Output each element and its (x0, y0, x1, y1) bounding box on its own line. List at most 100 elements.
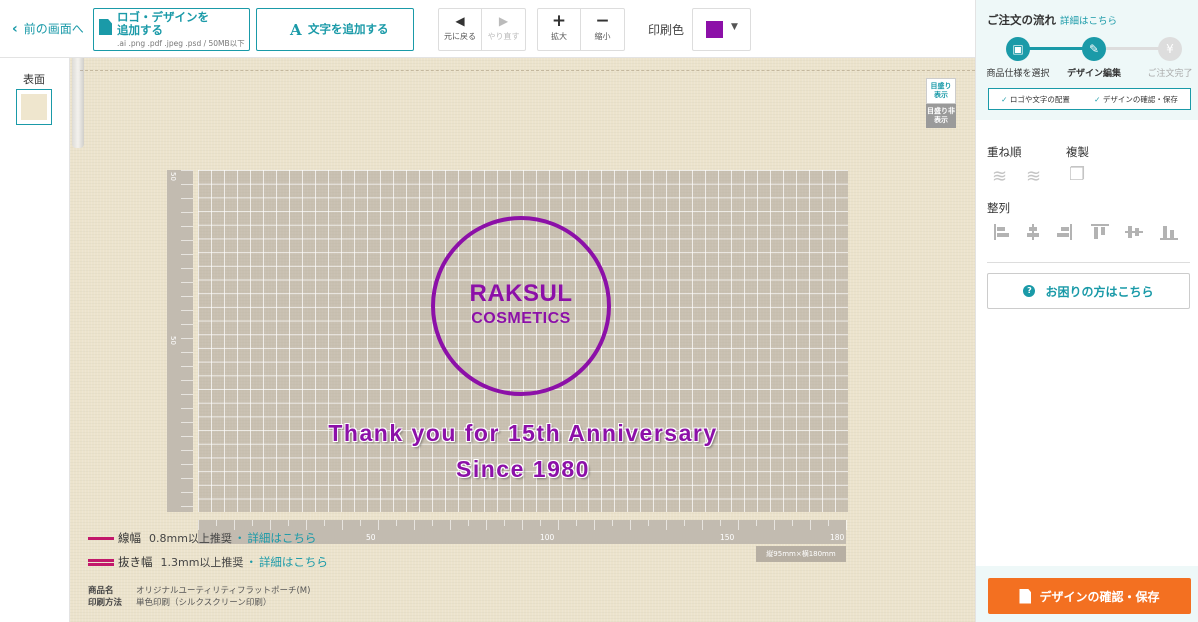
substep-confirm: デザインの確認・保存 (1094, 94, 1178, 105)
chevron-left-icon: ‹ (12, 20, 18, 37)
since-text[interactable]: Since 1980 (198, 456, 848, 483)
back-button-label: 前の画面へ (23, 22, 84, 36)
triangle-left-icon: ◀ (455, 14, 465, 28)
print-method-info: 印刷方法 単色印刷（シルクスクリーン印刷） (88, 598, 272, 608)
ruler-tick (181, 310, 193, 311)
stitch-seam (80, 70, 975, 71)
duplicate-label: 複製 (1066, 145, 1089, 159)
ruler-tick (181, 394, 193, 395)
ruler-tick (828, 520, 829, 526)
ruler-tick (540, 520, 541, 526)
gift-icon: ▣ (1006, 37, 1030, 61)
knockout-detail-link[interactable]: 詳細はこちら (259, 554, 328, 570)
editor-toolbar: ‹ 前の画面へ ロゴ・デザインを 追加する .ai .png .pdf .jpe… (0, 0, 975, 58)
grid-show-button[interactable]: 目盛り表示 (926, 78, 956, 104)
logo-text-sub[interactable]: COSMETICS (431, 310, 611, 328)
zoom-group: + 拡大 − 縮小 (537, 8, 625, 51)
ruler-tick (558, 520, 559, 530)
grid-toggle[interactable]: 目盛り表示 目盛り非表示 (926, 78, 956, 128)
align-left-icon[interactable] (992, 222, 1012, 242)
zoom-out-button[interactable]: − 縮小 (581, 9, 624, 50)
ruler-tick (181, 352, 193, 353)
ruler-tick (181, 464, 193, 465)
page-panel: 表面 (0, 58, 70, 622)
layer-order-label: 重ね順 (987, 145, 1022, 159)
add-text-button[interactable]: A 文字を追加する (256, 8, 414, 51)
legend-separator: ・ (233, 531, 246, 545)
line-width-icon (88, 536, 114, 541)
ruler-tick (181, 492, 193, 493)
ruler-tick (378, 520, 379, 530)
send-backward-icon[interactable]: ≋ (1026, 166, 1041, 187)
design-canvas[interactable]: 50 50 50 100 150 180 縦95mm×横180mm RAKSUL… (70, 58, 975, 622)
ruler-tick (181, 408, 193, 409)
page-label: 表面 (23, 73, 45, 86)
zoom-in-button[interactable]: + 拡大 (538, 9, 581, 50)
legend-separator: ・ (245, 555, 257, 569)
ruler-tick (181, 170, 193, 171)
print-color-select[interactable]: ▼ (692, 8, 751, 51)
text-icon: A (290, 21, 302, 39)
legend-value: 0.8mm以上推奨 (149, 532, 232, 545)
ruler-tick (198, 520, 199, 530)
ruler-tick (181, 212, 193, 213)
help-label: お困りの方はこちら (1045, 284, 1154, 299)
legend-value: 1.3mm以上推奨 (160, 556, 244, 569)
align-middle-icon[interactable] (1124, 222, 1144, 242)
legend-name: 線幅 (118, 531, 141, 545)
page-thumbnail[interactable] (16, 89, 52, 125)
yen-icon: ¥ (1158, 37, 1182, 61)
upload-label: ロゴ・デザインを 追加する (117, 10, 209, 37)
logo-text-brand[interactable]: RAKSUL (431, 280, 611, 308)
upload-formats: .ai .png .pdf .jpeg .psd / 50MB以下 (117, 39, 245, 48)
duplicate-icon[interactable]: ❐ (1069, 164, 1085, 185)
align-right-icon[interactable] (1054, 222, 1074, 242)
ruler-tick (181, 226, 193, 227)
pencil-icon: ✎ (1082, 37, 1106, 61)
ruler-tick (181, 506, 193, 507)
line-width-detail-link[interactable]: 詳細はこちら (247, 530, 316, 546)
ruler-tick (450, 520, 451, 530)
align-top-icon[interactable] (1090, 222, 1110, 242)
upload-design-button[interactable]: ロゴ・デザインを 追加する .ai .png .pdf .jpeg .psd /… (93, 8, 250, 51)
question-icon: ? (1023, 285, 1036, 297)
ruler-vertical: 50 50 (167, 170, 193, 512)
save-zone: デザインの確認・保存 (976, 566, 1198, 622)
ruler-tick (486, 520, 487, 530)
ruler-label: 50 (169, 172, 177, 181)
help-button[interactable]: ? お困りの方はこちら (987, 273, 1190, 309)
grid-hide-button[interactable]: 目盛り非表示 (926, 104, 956, 128)
ruler-tick (684, 520, 685, 526)
back-button[interactable]: ‹ 前の画面へ (12, 20, 84, 37)
ruler-tick (612, 520, 613, 526)
ruler-tick (181, 422, 193, 423)
ruler-tick (181, 184, 193, 185)
right-sidebar: ご注文の流れ 詳細はこちら ▣ ✎ ¥ 商品仕様を選択 デザイン編集 ご注文完了… (975, 0, 1198, 622)
redo-button[interactable]: ▶ やり直す (482, 9, 525, 50)
triangle-right-icon: ▶ (498, 14, 509, 28)
ruler-tick (181, 240, 193, 241)
ruler-tick (414, 520, 415, 530)
ruler-tick (252, 520, 253, 526)
ruler-tick (181, 366, 193, 367)
divider (987, 262, 1190, 263)
order-flow: ご注文の流れ 詳細はこちら ▣ ✎ ¥ 商品仕様を選択 デザイン編集 ご注文完了… (976, 0, 1198, 120)
bring-forward-icon[interactable]: ≋ (992, 166, 1007, 187)
ruler-label: 50 (169, 336, 177, 345)
align-center-icon[interactable] (1023, 222, 1043, 242)
ruler-tick (270, 520, 271, 530)
anniversary-text[interactable]: Thank you for 15th Anniversary (198, 420, 848, 447)
undo-button[interactable]: ◀ 元に戻る (439, 9, 482, 50)
history-group: ◀ 元に戻る ▶ やり直す (438, 8, 526, 51)
ruler-tick (810, 520, 811, 530)
save-label: デザインの確認・保存 (1039, 589, 1160, 604)
ruler-tick (846, 520, 847, 530)
ruler-tick (396, 520, 397, 526)
ruler-tick (774, 520, 775, 530)
thumbnail-image (21, 94, 47, 120)
ruler-tick (234, 520, 235, 530)
align-bottom-icon[interactable] (1159, 222, 1179, 242)
legend-name: 抜き幅 (118, 555, 153, 569)
confirm-save-button[interactable]: デザインの確認・保存 (988, 578, 1191, 614)
flow-detail-link[interactable]: 詳細はこちら (1060, 13, 1117, 27)
